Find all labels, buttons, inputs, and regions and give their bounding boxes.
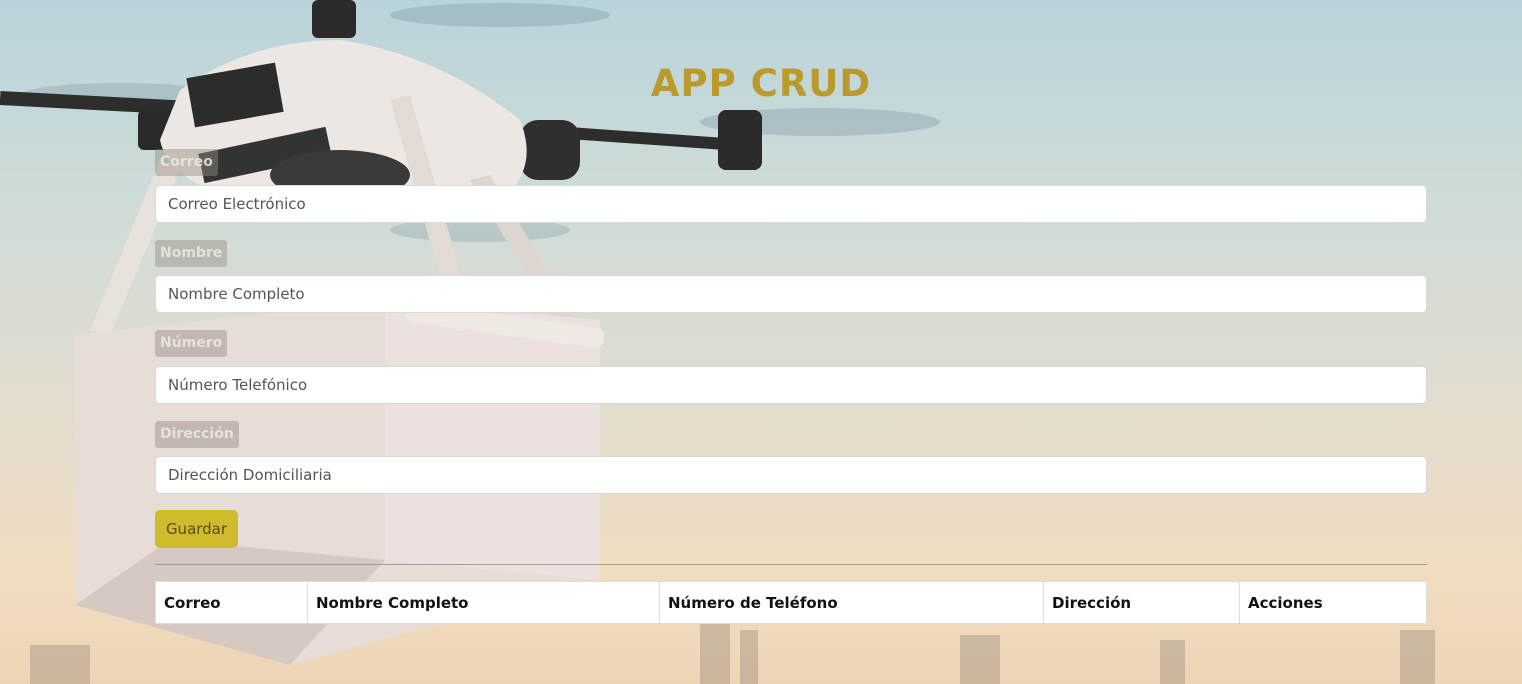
name-label: Nombre [155,240,228,267]
table-header-row: Correo Nombre Completo Número de Teléfon… [155,581,1427,624]
email-field[interactable] [155,185,1427,223]
column-header-name: Nombre Completo [307,581,660,624]
address-field[interactable] [155,456,1427,494]
phone-label: Número [155,330,228,357]
records-table: Correo Nombre Completo Número de Teléfon… [155,581,1427,624]
column-header-actions: Acciones [1239,581,1427,624]
page-title: APP CRUD [650,62,872,105]
phone-field[interactable] [155,366,1427,404]
column-header-phone: Número de Teléfono [659,581,1044,624]
save-button[interactable]: Guardar [155,510,238,548]
email-label: Correo [155,149,218,176]
divider [155,564,1427,565]
column-header-address: Dirección [1043,581,1240,624]
crud-app: APP CRUD Correo Nombre Número Dirección … [0,0,1522,684]
name-field[interactable] [155,275,1427,313]
address-label: Dirección [155,421,239,448]
column-header-email: Correo [155,581,308,624]
